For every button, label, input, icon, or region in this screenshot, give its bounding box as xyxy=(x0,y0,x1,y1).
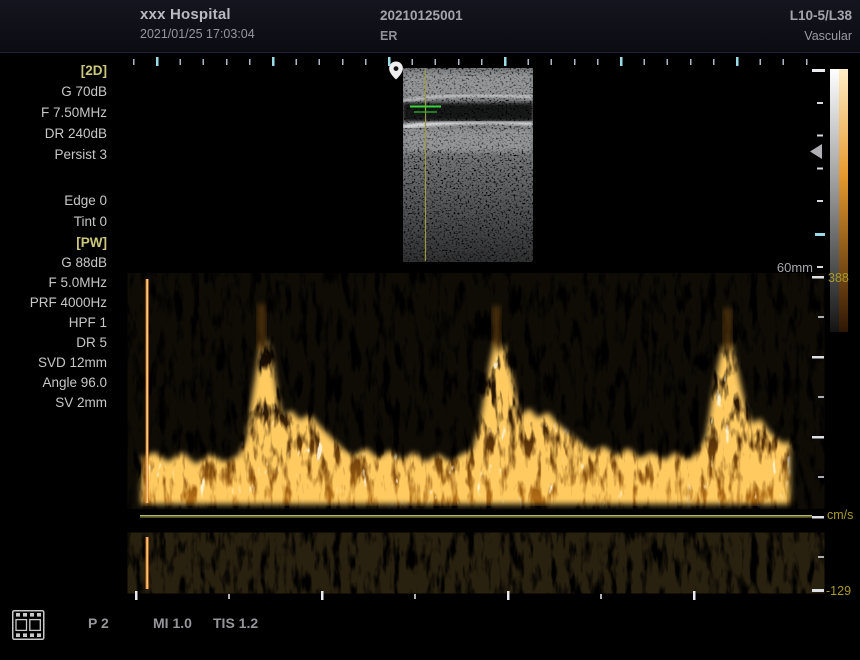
time-ruler-small-ticks xyxy=(228,594,758,599)
param-pw-prf[interactable]: PRF 4000Hz xyxy=(0,293,107,313)
velocity-ruler-small-ticks xyxy=(818,316,824,562)
power-status: P 2 xyxy=(88,615,109,631)
depth-ruler-first-tick xyxy=(812,69,825,72)
param-2d-dynamic-range[interactable]: DR 240dB xyxy=(0,123,107,144)
probe-info-block: L10-5/L38 Vascular xyxy=(790,8,852,43)
imaging-canvas xyxy=(0,0,860,660)
exam-datetime: 2021/01/25 17:03:04 xyxy=(140,27,255,41)
velocity-unit-label: cm/s xyxy=(827,508,853,522)
param-edge[interactable]: Edge 0 xyxy=(0,190,107,211)
param-group-2d: [2D] G 70dB F 7.50MHz DR 240dB Persist 3 xyxy=(0,60,107,165)
header-bar: xxx Hospital 2021/01/25 17:03:04 2021012… xyxy=(0,0,860,53)
param-pw-dynamic-range[interactable]: DR 5 xyxy=(0,333,107,353)
probe-model: L10-5/L38 xyxy=(790,8,852,23)
exam-preset: Vascular xyxy=(790,29,852,43)
velocity-ruler-last-tick xyxy=(812,589,824,592)
param-pw-svd[interactable]: SVD 12mm xyxy=(0,353,107,373)
tis-status: TIS 1.2 xyxy=(213,615,258,631)
hospital-name: xxx Hospital xyxy=(140,6,255,23)
param-2d-persist[interactable]: Persist 3 xyxy=(0,144,107,165)
param-pw-sv[interactable]: SV 2mm xyxy=(0,393,107,413)
department-label: ER xyxy=(380,29,463,43)
doppler-baseline[interactable] xyxy=(140,515,812,518)
param-2d-gain[interactable]: G 70dB xyxy=(0,81,107,102)
param-group-pw: [PW] G 88dB F 5.0MHz PRF 4000Hz HPF 1 DR… xyxy=(0,233,107,413)
mi-status: MI 1.0 xyxy=(153,615,192,631)
patient-id: 20210125001 xyxy=(380,8,463,23)
mode-label-pw: [PW] xyxy=(0,233,107,253)
param-2d-frequency[interactable]: F 7.50MHz xyxy=(0,102,107,123)
depth-ruler-ticks xyxy=(817,69,823,272)
b-mode-image xyxy=(403,68,533,262)
cine-icon[interactable] xyxy=(13,611,44,640)
patient-info-block: xxx Hospital 2021/01/25 17:03:04 xyxy=(140,6,255,41)
param-tint[interactable]: Tint 0 xyxy=(0,211,107,232)
pw-spectrum xyxy=(141,278,811,506)
ultrasound-screen: xxx Hospital 2021/01/25 17:03:04 2021012… xyxy=(0,0,860,660)
param-pw-frequency[interactable]: F 5.0MHz xyxy=(0,273,107,293)
mode-label-2d: [2D] xyxy=(0,60,107,81)
param-pw-gain[interactable]: G 88dB xyxy=(0,253,107,273)
param-group-proc: Edge 0 Tint 0 xyxy=(0,190,107,232)
velocity-min-label: -129 xyxy=(826,584,851,598)
param-pw-hpf[interactable]: HPF 1 xyxy=(0,313,107,333)
pw-spectrum-below-baseline xyxy=(141,534,811,592)
exam-id-block: 20210125001 ER xyxy=(380,8,463,43)
param-pw-angle[interactable]: Angle 96.0 xyxy=(0,373,107,393)
depth-max-label: 60mm xyxy=(768,260,813,275)
velocity-max-label: 388 xyxy=(828,271,849,285)
grayscale-colorbar xyxy=(830,69,848,332)
lateral-ruler-major-ticks xyxy=(156,57,818,66)
depth-marker-tick xyxy=(815,233,825,236)
